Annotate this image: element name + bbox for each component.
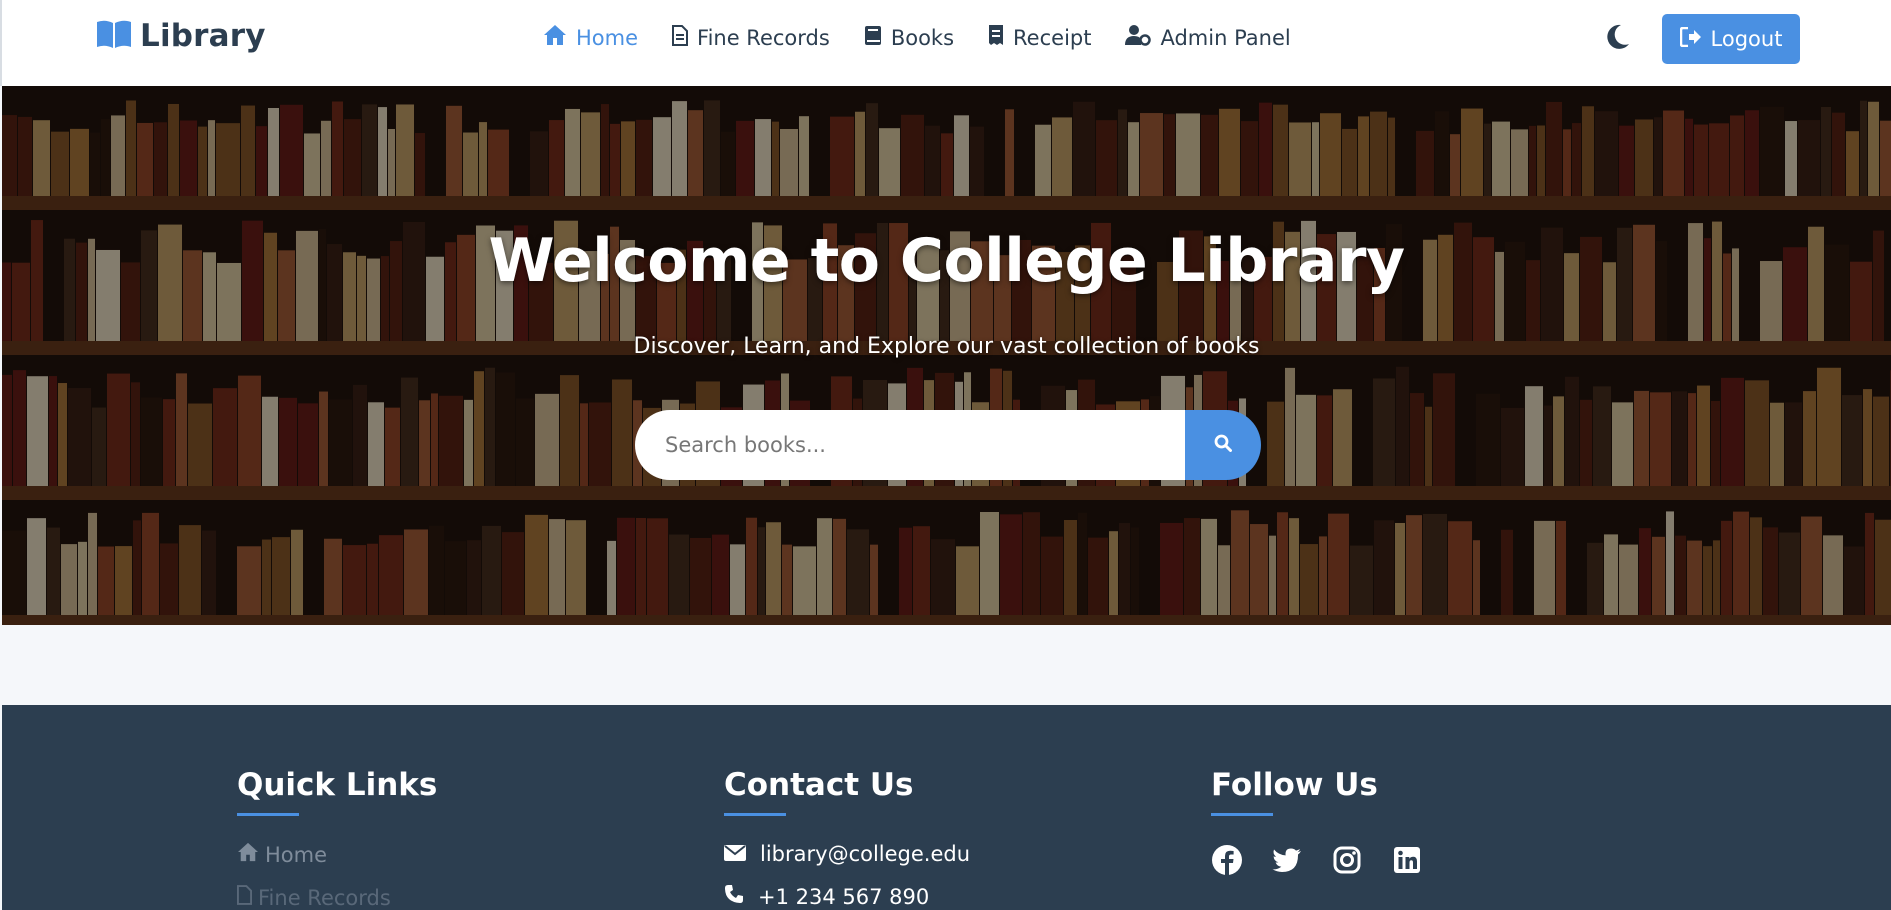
contact-title: Contact Us xyxy=(724,767,914,803)
sign-out-icon xyxy=(1679,26,1702,52)
home-icon xyxy=(237,842,259,867)
nav-receipt[interactable]: Receipt xyxy=(988,24,1091,51)
nav-books-label: Books xyxy=(890,25,955,50)
contact-phone: +1 234 567 890 xyxy=(724,884,970,909)
nav-admin-panel[interactable]: Admin Panel xyxy=(1125,24,1291,51)
contact-phone-text: +1 234 567 890 xyxy=(758,884,930,909)
logout-label: Logout xyxy=(1710,27,1783,51)
twitter-icon[interactable] xyxy=(1271,844,1303,876)
navbar: Library Home Fine Records Books Receipt xyxy=(0,0,1891,86)
hero-title: Welcome to College Library xyxy=(488,226,1405,296)
title-underline xyxy=(1211,813,1273,816)
logout-button[interactable]: Logout xyxy=(1662,14,1800,64)
moon-icon xyxy=(1606,24,1630,54)
file-icon xyxy=(672,24,689,51)
social-links xyxy=(1211,844,1423,876)
home-icon xyxy=(543,24,567,51)
search-button[interactable] xyxy=(1185,410,1261,480)
footer-quick-links: Quick Links Home Fine Records xyxy=(237,767,437,910)
nav-home[interactable]: Home xyxy=(543,24,638,51)
hero-subtitle: Discover, Learn, and Explore our vast co… xyxy=(633,334,1260,359)
user-cog-icon xyxy=(1125,24,1152,51)
footer-link-home[interactable]: Home xyxy=(237,842,437,867)
search-icon xyxy=(1214,434,1232,456)
envelope-icon xyxy=(724,842,746,866)
quick-links-title: Quick Links xyxy=(237,767,438,803)
nav-admin-panel-label: Admin Panel xyxy=(1160,25,1291,50)
contact-email: library@college.edu xyxy=(724,842,970,866)
search-bar xyxy=(635,410,1261,480)
instagram-icon[interactable] xyxy=(1331,844,1363,876)
nav-home-label: Home xyxy=(576,25,639,50)
nav-books[interactable]: Books xyxy=(864,25,954,51)
nav-fine-records-label: Fine Records xyxy=(697,25,830,50)
brand[interactable]: Library xyxy=(96,18,266,54)
nav-fine-records[interactable]: Fine Records xyxy=(672,24,830,51)
contact-email-text: library@college.edu xyxy=(760,842,971,866)
footer-contact: Contact Us library@college.edu +1 234 56… xyxy=(724,767,970,909)
phone-icon xyxy=(724,884,744,909)
facebook-icon[interactable] xyxy=(1211,844,1243,876)
book-open-icon xyxy=(96,19,132,53)
hero-banner: Welcome to College Library Discover, Lea… xyxy=(2,86,1891,625)
footer: Quick Links Home Fine Records Contact Us… xyxy=(2,705,1891,910)
footer-follow: Follow Us xyxy=(1211,767,1423,876)
receipt-icon xyxy=(988,24,1004,51)
linkedin-icon[interactable] xyxy=(1391,844,1423,876)
search-input[interactable] xyxy=(635,410,1185,480)
footer-link-fine-records-label: Fine Records xyxy=(258,885,391,910)
title-underline xyxy=(724,813,786,816)
theme-toggle-button[interactable] xyxy=(1606,24,1634,52)
follow-title: Follow Us xyxy=(1211,767,1378,803)
nav-links: Home Fine Records Books Receipt Admin Pa… xyxy=(543,24,1325,51)
footer-link-fine-records[interactable]: Fine Records xyxy=(237,885,437,910)
brand-title: Library xyxy=(140,18,266,54)
file-icon xyxy=(237,885,252,910)
book-icon xyxy=(864,25,882,51)
content-area xyxy=(2,625,1891,705)
footer-link-home-label: Home xyxy=(265,842,328,867)
title-underline xyxy=(237,813,299,816)
nav-receipt-label: Receipt xyxy=(1013,25,1092,50)
